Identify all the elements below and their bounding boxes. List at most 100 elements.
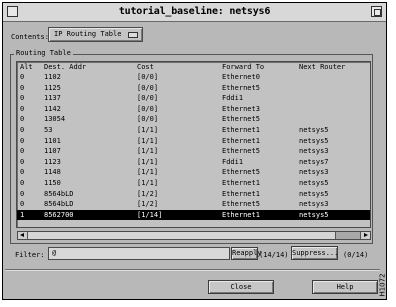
routing-table-list[interactable]: Alt Dest. Addr Cost Forward To Next Rout…: [16, 61, 371, 228]
filter-input[interactable]: @: [48, 247, 230, 260]
cell-alt: 0: [20, 83, 25, 92]
table-row[interactable]: 0 53 [1/1] Ethernet1 netsys5: [17, 125, 370, 135]
window-title: tutorial_baseline: netsys6: [118, 6, 271, 17]
cell-alt: 0: [20, 115, 25, 124]
cell-cost: [1/14]: [137, 210, 163, 219]
cell-forward-to: Ethernet5: [222, 168, 260, 177]
cell-forward-to: Ethernet1: [222, 179, 260, 187]
table-row[interactable]: 0 1125 [0/0] Ethernet5: [17, 83, 370, 93]
table-row[interactable]: 0 1150 [1/1] Ethernet1 netsys5: [17, 178, 370, 188]
contents-dropdown[interactable]: IP Routing Table: [48, 27, 143, 42]
cell-alt: 0: [20, 94, 25, 103]
divider: [5, 269, 380, 271]
cell-cost: [0/0]: [137, 94, 159, 103]
cell-dest-addr: 1142: [44, 104, 61, 113]
cell-next-router: netsys5: [299, 210, 329, 219]
cell-cost: [1/1]: [137, 126, 159, 134]
title-bar[interactable]: tutorial_baseline: netsys6: [3, 3, 386, 22]
table-row[interactable]: 0 1107 [1/1] Ethernet5 netsys3: [17, 146, 370, 156]
table-row[interactable]: 0 1123 [1/1] Fddi1 netsys7: [17, 157, 370, 167]
table-row[interactable]: 0 1101 [1/1] Ethernet1 netsys5: [17, 136, 370, 146]
cell-cost: [1/1]: [137, 179, 159, 187]
cell-dest-addr: 13054: [44, 115, 66, 124]
cell-forward-to: Ethernet1: [222, 189, 260, 198]
cell-cost: [0/0]: [137, 73, 159, 81]
scrollbar-thumb[interactable]: [28, 232, 336, 239]
scroll-right-arrow-icon[interactable]: [360, 232, 370, 239]
cell-dest-addr: 8564bLD: [44, 200, 74, 209]
cell-next-router: netsys5: [299, 136, 329, 145]
cell-alt: 0: [20, 189, 25, 198]
cell-alt: 0: [20, 104, 25, 113]
table-row[interactable]: 0 1142 [0/0] Ethernet3: [17, 104, 370, 114]
cell-alt: 0: [20, 73, 25, 81]
cell-next-router: netsys5: [299, 189, 329, 198]
horizontal-scrollbar[interactable]: [17, 231, 371, 240]
cell-dest-addr: 8562700: [44, 210, 74, 219]
table-header: Alt Dest. Addr Cost Forward To Next Rout…: [17, 62, 370, 72]
cell-next-router: netsys3: [299, 168, 329, 177]
cell-dest-addr: 1101: [44, 136, 61, 145]
cell-forward-to: Fddi1: [222, 94, 244, 103]
figure-id: H1072: [378, 267, 395, 307]
table-row[interactable]: 0 13054 [0/0] Ethernet5: [17, 114, 370, 124]
cell-alt: 0: [20, 157, 25, 166]
maximize-button[interactable]: [371, 6, 382, 17]
cell-cost: [1/1]: [137, 147, 159, 156]
suppressed-count: (0/14): [343, 251, 369, 259]
dropdown-indicator-icon: [128, 32, 138, 38]
cell-dest-addr: 53: [44, 126, 53, 134]
reapply-button[interactable]: Reapply: [231, 247, 262, 260]
cell-forward-to: Ethernet1: [222, 126, 260, 134]
cell-forward-to: Ethernet0: [222, 73, 260, 81]
filter-label: Filter:: [15, 251, 45, 259]
cell-alt: 1: [20, 210, 25, 219]
cell-dest-addr: 1150: [44, 179, 61, 187]
cell-dest-addr: 8564bLD: [44, 189, 74, 198]
cell-alt: 0: [20, 126, 25, 134]
scroll-left-arrow-icon[interactable]: [18, 232, 28, 239]
cell-cost: [1/1]: [137, 136, 159, 145]
cell-dest-addr: 1148: [44, 168, 61, 177]
cell-next-router: netsys3: [299, 200, 329, 209]
cell-forward-to: Ethernet5: [222, 83, 260, 92]
cell-forward-to: Ethernet5: [222, 115, 260, 124]
cell-alt: 0: [20, 136, 25, 145]
cell-next-router: netsys5: [299, 126, 329, 134]
cell-forward-to: Ethernet1: [222, 136, 260, 145]
column-header-next-router: Next Router: [299, 63, 346, 71]
table-row[interactable]: 1 8562700 [1/14] Ethernet1 netsys5: [17, 209, 370, 220]
cell-dest-addr: 1107: [44, 147, 61, 156]
figure-id-text: H1072: [378, 273, 387, 297]
cell-dest-addr: 1125: [44, 83, 61, 92]
cell-alt: 0: [20, 179, 25, 187]
suppress-button[interactable]: Suppress...: [291, 246, 338, 260]
cell-cost: [0/0]: [137, 115, 159, 124]
help-button[interactable]: Help: [312, 280, 378, 294]
column-header-cost: Cost: [137, 63, 154, 71]
cell-cost: [0/0]: [137, 104, 159, 113]
cell-alt: 0: [20, 200, 25, 209]
cell-cost: [1/2]: [137, 189, 159, 198]
column-header-forward-to: Forward To: [222, 63, 265, 71]
table-row[interactable]: 0 1137 [0/0] Fddi1: [17, 93, 370, 103]
cell-forward-to: Ethernet1: [222, 210, 260, 219]
cell-alt: 0: [20, 168, 25, 177]
cell-dest-addr: 1123: [44, 157, 61, 166]
cell-dest-addr: 1137: [44, 94, 61, 103]
table-row[interactable]: 0 8564bLD [1/2] Ethernet5 netsys3: [17, 199, 370, 209]
cell-cost: [1/1]: [137, 168, 159, 177]
cell-alt: 0: [20, 147, 25, 156]
close-button[interactable]: Close: [208, 280, 274, 294]
table-row[interactable]: 0 1148 [1/1] Ethernet5 netsys3: [17, 167, 370, 177]
window-menu-button[interactable]: [7, 6, 18, 17]
routing-table-group-label: Routing Table: [14, 49, 73, 58]
cell-forward-to: Ethernet5: [222, 200, 260, 209]
cell-forward-to: Ethernet5: [222, 147, 260, 156]
table-row[interactable]: 0 1102 [0/0] Ethernet0: [17, 72, 370, 82]
table-row[interactable]: 0 8564bLD [1/2] Ethernet1 netsys5: [17, 189, 370, 199]
shown-count: (14/14): [259, 251, 289, 259]
column-header-alt: Alt: [20, 63, 33, 71]
cell-next-router: netsys7: [299, 157, 329, 166]
contents-label: Contents:: [11, 33, 49, 41]
